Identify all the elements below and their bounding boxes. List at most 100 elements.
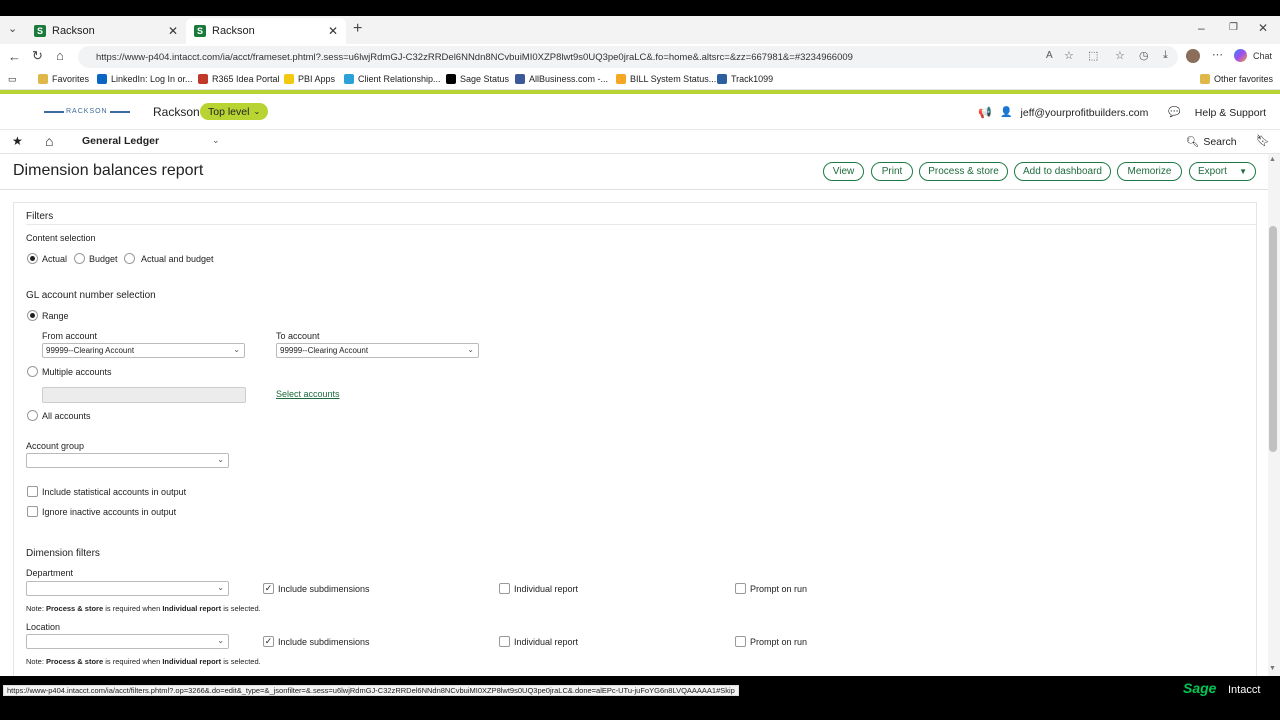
tab-strip: ⌄ S Rackson ✕ S Rackson ✕ + – ❐ ✕ — [0, 16, 1280, 44]
restore-icon[interactable]: ❐ — [1229, 22, 1238, 33]
memorize-button[interactable]: Memorize — [1117, 162, 1182, 181]
company-name: Rackson — [153, 105, 200, 119]
entity-level-dropdown[interactable]: Top level ⌄ — [200, 103, 269, 120]
department-note: Note: Process & store is required when I… — [26, 604, 261, 613]
from-account-select[interactable]: 99999--Clearing Account ⌄ — [42, 343, 245, 358]
radio-actual-label: Actual — [42, 254, 68, 264]
fav-item-track1099[interactable]: Track1099 — [717, 74, 773, 84]
fav-item-favorites[interactable]: Favorites — [38, 74, 89, 84]
announcements-icon[interactable]: 📢 — [978, 106, 992, 119]
chat-bubble-icon[interactable]: 💬 — [1168, 107, 1180, 118]
copilot-icon[interactable] — [1234, 49, 1247, 62]
to-account-select[interactable]: 99999--Clearing Account ⌄ — [276, 343, 479, 358]
module-name[interactable]: General Ledger — [82, 135, 159, 147]
home-icon[interactable]: ⌂ — [45, 133, 53, 149]
star-icon[interactable]: ★ — [12, 134, 23, 148]
extensions-icon[interactable]: ⬚ — [1088, 49, 1098, 62]
dimension-filters-heading: Dimension filters — [26, 548, 100, 559]
radio-budget[interactable] — [74, 253, 85, 264]
print-button[interactable]: Print — [871, 162, 913, 181]
radio-multiple-accounts[interactable] — [27, 366, 38, 377]
multiple-accounts-textarea[interactable] — [42, 387, 246, 403]
fav-item-sage-status[interactable]: Sage Status — [446, 74, 509, 84]
include-statistical-checkbox[interactable] — [27, 486, 38, 497]
chevron-down-icon: ⌄ — [467, 345, 474, 354]
radio-actual-budget-label: Actual and budget — [141, 254, 214, 264]
favorites-bar: ▭ Favorites LinkedIn: Log In or... R365 … — [0, 70, 1280, 90]
profile-avatar[interactable] — [1186, 49, 1200, 63]
browser-tab-1[interactable]: S Rackson ✕ — [26, 18, 186, 44]
export-button[interactable]: Export ▼ — [1189, 162, 1256, 181]
close-window-icon[interactable]: ✕ — [1258, 21, 1268, 35]
client-icon — [344, 74, 354, 84]
user-icon: 👤 — [1000, 107, 1013, 118]
department-include-sub-checkbox[interactable]: ✓ — [263, 583, 274, 594]
pbi-icon — [284, 74, 294, 84]
chevron-down-icon[interactable]: ⌄ — [212, 135, 220, 146]
company-logo: RACKSON — [44, 108, 130, 115]
view-button[interactable]: View — [823, 162, 864, 181]
location-include-sub-checkbox[interactable]: ✓ — [263, 636, 274, 647]
scroll-down-icon[interactable]: ▼ — [1269, 665, 1276, 672]
department-select[interactable]: ⌄ — [26, 581, 229, 596]
favorite-star-icon[interactable]: ☆ — [1064, 49, 1074, 62]
favorites-icon[interactable]: ☆ — [1115, 49, 1125, 62]
radio-actual-budget[interactable] — [124, 253, 135, 264]
fav-item-pbi[interactable]: PBI Apps — [284, 74, 335, 84]
close-tab-icon[interactable]: ✕ — [328, 24, 338, 38]
radio-range-label: Range — [42, 311, 69, 321]
tab-list-chevron-icon[interactable]: ⌄ — [8, 22, 17, 35]
location-individual-checkbox[interactable] — [499, 636, 510, 647]
fav-item-r365[interactable]: R365 Idea Portal — [198, 74, 280, 84]
other-favorites[interactable]: Other favorites — [1200, 74, 1273, 84]
url-input[interactable]: https://www-p404.intacct.com/ia/acct/fra… — [78, 46, 1178, 68]
department-include-sub-label: Include subdimensions — [278, 584, 370, 594]
browser-tab-2[interactable]: S Rackson ✕ — [186, 18, 346, 44]
add-to-dashboard-button[interactable]: Add to dashboard — [1014, 162, 1111, 181]
location-prompt-checkbox[interactable] — [735, 636, 746, 647]
chevron-down-icon: ⌄ — [217, 455, 224, 464]
radio-all-accounts[interactable] — [27, 410, 38, 421]
chevron-down-icon: ⌄ — [233, 345, 240, 354]
folder-icon — [1200, 74, 1210, 84]
process-store-button[interactable]: Process & store — [919, 162, 1008, 181]
chat-label[interactable]: Chat — [1253, 51, 1272, 61]
search-button[interactable]: 🔍︎ Search — [1186, 135, 1237, 149]
download-icon[interactable]: ⤓ — [1163, 49, 1168, 62]
bookmark-icon[interactable]: 🔖︎ — [1256, 134, 1270, 147]
close-tab-icon[interactable]: ✕ — [168, 24, 178, 38]
location-prompt-label: Prompt on run — [750, 637, 808, 647]
radio-actual[interactable] — [27, 253, 38, 264]
new-tab-icon[interactable]: + — [353, 20, 362, 38]
fav-toggle-icon[interactable]: ▭ — [8, 74, 17, 85]
read-aloud-icon[interactable]: A — [1046, 50, 1053, 61]
home-icon[interactable]: ⌂ — [56, 48, 64, 63]
account-group-label: Account group — [26, 441, 85, 451]
select-accounts-link[interactable]: Select accounts — [276, 389, 340, 399]
scroll-up-icon[interactable]: ▲ — [1269, 156, 1276, 163]
caret-down-icon: ▼ — [1239, 167, 1247, 176]
folder-icon — [38, 74, 48, 84]
fav-item-bill[interactable]: BILL System Status... — [616, 74, 716, 84]
radio-range[interactable] — [27, 310, 38, 321]
minimize-icon[interactable]: – — [1198, 21, 1205, 35]
scrollbar-thumb[interactable] — [1269, 226, 1277, 452]
user-email[interactable]: jeff@yourprofitbuilders.com — [1021, 107, 1149, 119]
department-prompt-checkbox[interactable] — [735, 583, 746, 594]
help-support-link[interactable]: Help & Support — [1195, 107, 1266, 119]
department-prompt-label: Prompt on run — [750, 584, 808, 594]
refresh-icon[interactable]: ↻ — [32, 48, 43, 64]
ignore-inactive-checkbox[interactable] — [27, 506, 38, 517]
fav-item-linkedin[interactable]: LinkedIn: Log In or... — [97, 74, 193, 84]
location-select[interactable]: ⌄ — [26, 634, 229, 649]
account-group-select[interactable]: ⌄ — [26, 453, 229, 468]
more-icon[interactable]: ⋯ — [1212, 48, 1223, 61]
back-icon[interactable]: ← — [8, 49, 21, 64]
intacct-logo: Intacct — [1228, 684, 1261, 696]
fav-item-client[interactable]: Client Relationship... — [344, 74, 441, 84]
fav-item-allbusiness[interactable]: AllBusiness.com -... — [515, 74, 608, 84]
radio-multiple-accounts-label: Multiple accounts — [42, 367, 112, 377]
department-individual-checkbox[interactable] — [499, 583, 510, 594]
history-icon[interactable]: ◷ — [1139, 49, 1149, 62]
status-url: https://www-p404.intacct.com/ia/acct/fil… — [3, 685, 739, 696]
